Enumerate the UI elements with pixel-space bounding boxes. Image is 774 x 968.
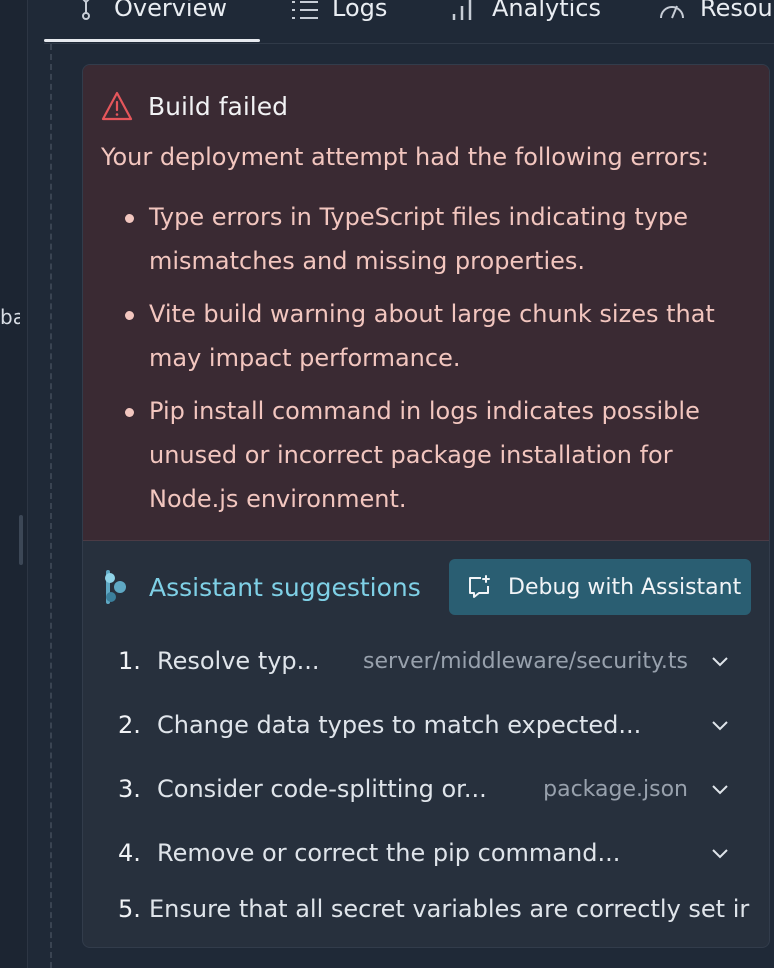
- debug-with-assistant-button[interactable]: Debug with Assistant: [449, 559, 751, 615]
- error-item: Type errors in TypeScript files indicati…: [123, 195, 743, 283]
- suggestion-item[interactable]: 1. Resolve typ... server/middleware/secu…: [83, 641, 769, 681]
- error-title: Build failed: [148, 91, 288, 121]
- assistant-header: Assistant suggestions Debug with Assista…: [103, 559, 753, 615]
- tab-bar: Overview Logs Analytics Resou: [44, 0, 774, 44]
- timeline-connector: [50, 44, 52, 968]
- tab-label: Overview: [114, 0, 227, 22]
- error-item: Vite build warning about large chunk siz…: [123, 292, 743, 380]
- suggestion-number: 4.: [118, 839, 141, 867]
- suggestion-item[interactable]: 2. Change data types to match expected..…: [83, 705, 769, 745]
- suggestion-text: Remove or correct the pip command...: [157, 839, 621, 867]
- tab-logs[interactable]: Logs: [290, 0, 387, 28]
- chevron-down-icon[interactable]: [711, 719, 729, 731]
- chevron-down-icon[interactable]: [711, 783, 729, 795]
- suggestion-text: Resolve typ...: [157, 647, 320, 675]
- tab-label: Logs: [332, 0, 388, 22]
- list-icon: [292, 1, 318, 19]
- truncated-label: ba: [0, 305, 20, 329]
- tab-overview[interactable]: Overview: [72, 0, 227, 28]
- suggestion-file: server/middleware/security.ts: [363, 648, 688, 674]
- chevron-down-icon[interactable]: [711, 847, 729, 859]
- suggestion-number: 1.: [118, 647, 141, 675]
- error-item: Pip install command in logs indicates po…: [123, 389, 743, 521]
- error-list: Type errors in TypeScript files indicati…: [123, 195, 743, 530]
- suggestion-item[interactable]: 3. Consider code-splitting or... package…: [83, 769, 769, 809]
- panel-resize-handle[interactable]: [19, 515, 23, 565]
- tab-label: Analytics: [492, 0, 601, 22]
- tab-resources[interactable]: Resou: [658, 0, 773, 28]
- deployment-card: Build failed Your deployment attempt had…: [82, 64, 770, 948]
- suggestion-number: 3.: [118, 775, 141, 803]
- suggestion-item[interactable]: 5. Ensure that all secret variables are …: [83, 889, 769, 929]
- chevron-down-icon[interactable]: [711, 655, 729, 667]
- left-panel-edge: ba: [0, 0, 27, 968]
- error-panel: Build failed Your deployment attempt had…: [83, 65, 769, 541]
- suggestion-file: package.json: [543, 776, 688, 802]
- suggestion-number: 2.: [118, 711, 141, 739]
- bar-chart-icon: [452, 0, 472, 20]
- assistant-logo-icon: [105, 570, 126, 604]
- tab-analytics[interactable]: Analytics: [450, 0, 601, 28]
- active-tab-indicator: [44, 39, 260, 42]
- suggestion-text: Change data types to match expected...: [157, 711, 642, 739]
- error-header: Build failed: [101, 91, 288, 121]
- debug-button-label: Debug with Assistant: [508, 574, 742, 600]
- assistant-title: Assistant suggestions: [149, 572, 421, 602]
- error-intro: Your deployment attempt had the followin…: [101, 143, 710, 171]
- branch-icon: [82, 0, 90, 20]
- warning-icon: [101, 91, 133, 121]
- suggestion-number: 5.: [118, 895, 141, 923]
- tab-label: Resou: [700, 0, 773, 22]
- suggestion-item[interactable]: 4. Remove or correct the pip command...: [83, 833, 769, 873]
- chat-sparkle-icon: [469, 575, 490, 598]
- gauge-icon: [660, 5, 684, 19]
- suggestion-text: Consider code-splitting or...: [157, 775, 487, 803]
- suggestion-text: Ensure that all secret variables are cor…: [149, 895, 750, 923]
